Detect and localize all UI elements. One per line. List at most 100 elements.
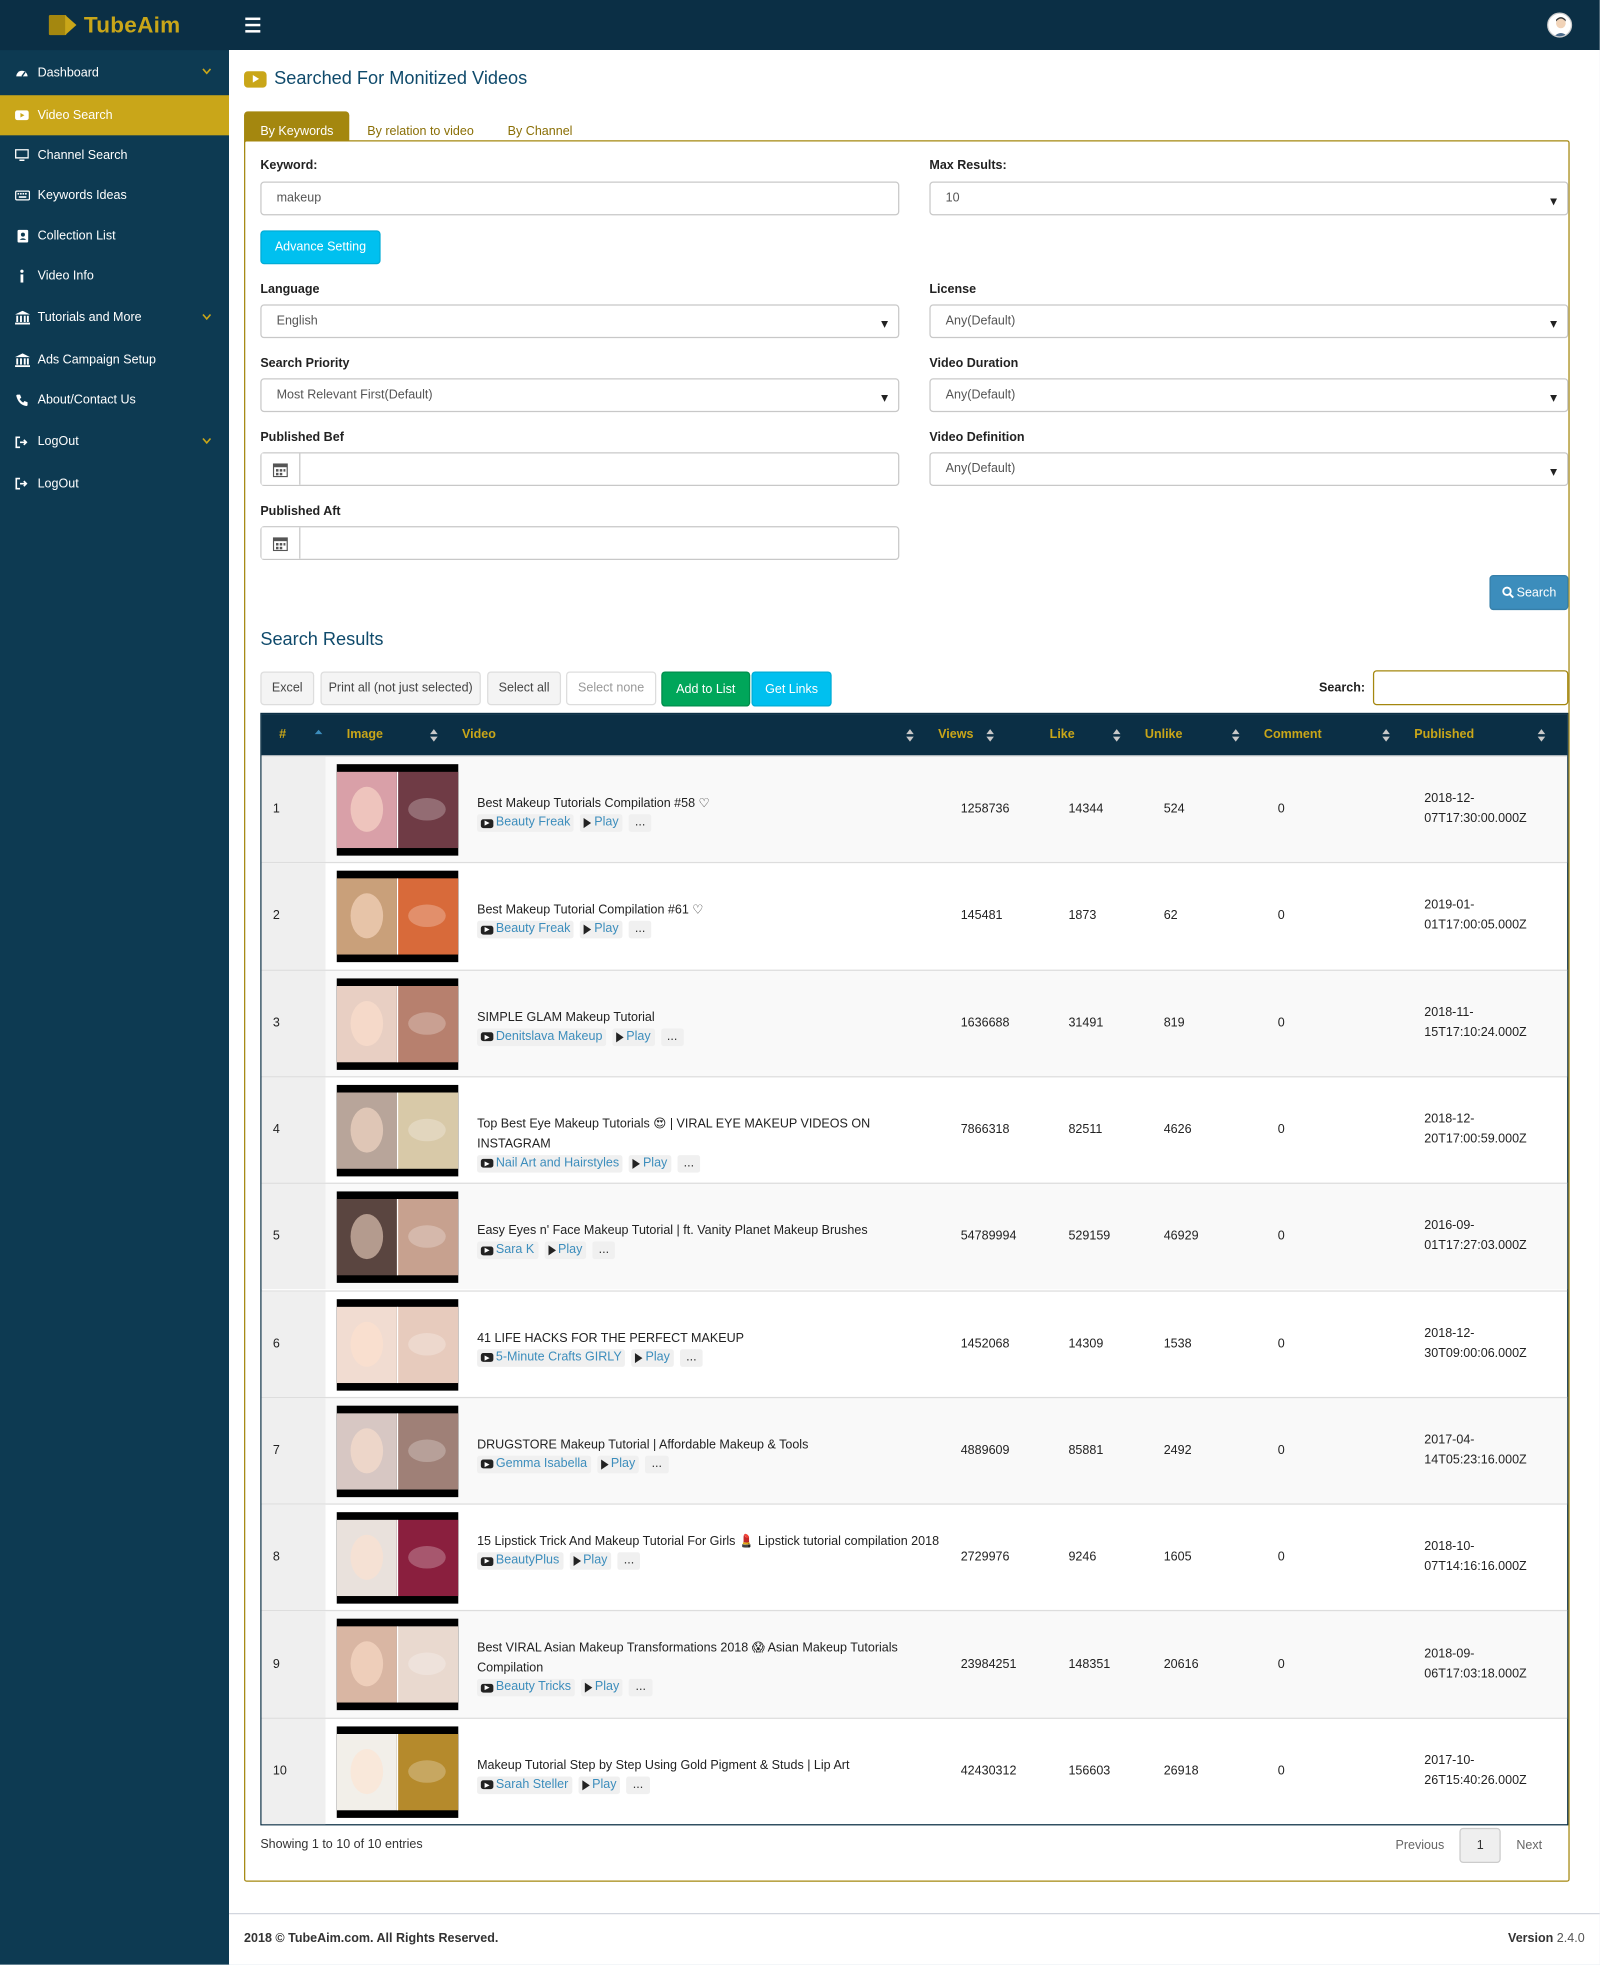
keyword-input[interactable]: makeup (260, 181, 900, 216)
more-button[interactable]: ... (626, 1776, 650, 1794)
channel-link[interactable]: Nail Art and Hairstyles (477, 1155, 624, 1173)
table-row[interactable]: 9 Best VIRAL Asian Makeup Transformations… (261, 1610, 1568, 1718)
menu-toggle-icon[interactable] (245, 17, 261, 33)
video-thumbnail[interactable] (337, 1298, 459, 1391)
channel-link[interactable]: BeautyPlus (477, 1552, 564, 1571)
pagination-next[interactable]: Next (1502, 1828, 1558, 1863)
channel-link[interactable]: Beauty Tricks (477, 1679, 576, 1697)
video-title[interactable]: Best VIRAL Asian Makeup Transformations … (477, 1639, 947, 1679)
more-button[interactable]: ... (628, 814, 652, 832)
table-search-input[interactable] (1373, 670, 1569, 706)
video-title[interactable]: SIMPLE GLAM Makeup Tutorial (477, 1008, 947, 1028)
video-thumbnail[interactable] (337, 1191, 459, 1284)
video-thumbnail[interactable] (337, 978, 459, 1070)
video-title[interactable]: 15 Lipstick Trick And Makeup Tutorial Fo… (477, 1532, 947, 1552)
add-to-list-button[interactable]: Add to List (661, 671, 751, 707)
column-header-like[interactable]: Like (1050, 714, 1075, 755)
channel-link[interactable]: Beauty Freak (477, 921, 575, 939)
published-after-input[interactable] (260, 526, 900, 561)
table-row[interactable]: 10 Makeup Tutorial Step by Step Using Gol… (261, 1717, 1568, 1825)
column-header-views[interactable]: Views (938, 714, 973, 755)
column-header-image[interactable]: Image (347, 714, 383, 755)
play-link[interactable]: Play (581, 1679, 624, 1697)
sidebar-item-collection-list[interactable]: Collection List (0, 216, 229, 256)
sidebar-item-video-search[interactable]: Video Search (0, 95, 230, 136)
video-thumbnail[interactable] (337, 871, 459, 963)
play-link[interactable]: Play (629, 1155, 672, 1173)
play-link[interactable]: Play (544, 1241, 587, 1260)
sidebar-item-dashboard[interactable]: Dashboard (0, 50, 229, 95)
sidebar-item-about-contact-us[interactable]: About/Contact Us (0, 380, 229, 420)
table-row[interactable]: 7 DRUGSTORE Makeup Tutorial | Affordable … (261, 1396, 1568, 1504)
sort-icon[interactable] (906, 728, 916, 742)
video-definition-select[interactable]: Any(Default) (929, 452, 1569, 487)
more-button[interactable]: ... (680, 1348, 704, 1367)
play-link[interactable]: Play (580, 921, 623, 939)
column-header-unlike[interactable]: Unlike (1145, 714, 1183, 755)
get-links-button[interactable]: Get Links (751, 671, 832, 707)
advance-setting-button[interactable]: Advance Setting (260, 230, 381, 265)
sidebar-item-logout[interactable]: LogOut (0, 420, 229, 464)
sidebar-item-channel-search[interactable]: Channel Search (0, 135, 229, 175)
sidebar-item-ads-campaign-setup[interactable]: Ads Campaign Setup (0, 340, 229, 380)
channel-link[interactable]: Sara K (477, 1241, 539, 1260)
column-header-video[interactable]: Video (462, 714, 496, 755)
published-before-input[interactable] (260, 452, 900, 487)
table-row[interactable]: 3 SIMPLE GLAM Makeup Tutorial Denitslava M… (261, 969, 1568, 1077)
channel-link[interactable]: 5-Minute Crafts GIRLY (477, 1348, 626, 1367)
more-button[interactable]: ... (645, 1455, 669, 1474)
sidebar-item-logout-2[interactable]: LogOut (0, 464, 229, 504)
play-link[interactable]: Play (569, 1552, 612, 1571)
search-priority-select[interactable]: Most Relevant First(Default) (260, 378, 900, 413)
video-thumbnail[interactable] (337, 1619, 459, 1711)
more-button[interactable]: ... (592, 1241, 616, 1260)
logo[interactable]: TubeAim (0, 0, 230, 51)
sort-icon[interactable] (430, 728, 440, 742)
video-title[interactable]: Top Best Eye Makeup Tutorials 😍 | VIRAL … (477, 1115, 947, 1155)
user-avatar[interactable] (1547, 12, 1573, 38)
video-title[interactable]: Best Makeup Tutorial Compilation #61 ♡ (477, 901, 947, 921)
more-button[interactable]: ... (629, 1679, 653, 1697)
video-thumbnail[interactable] (337, 1512, 459, 1604)
more-button[interactable]: ... (617, 1552, 641, 1571)
language-select[interactable]: English (260, 304, 900, 339)
pagination-previous[interactable]: Previous (1381, 1828, 1460, 1863)
sort-ascending-icon[interactable] (314, 729, 324, 742)
sidebar-item-video-info[interactable]: Video Info (0, 256, 229, 296)
sort-icon[interactable] (986, 728, 996, 742)
license-select[interactable]: Any(Default) (929, 304, 1569, 339)
play-link[interactable]: Play (612, 1028, 655, 1046)
channel-link[interactable]: Gemma Isabella (477, 1455, 592, 1474)
excel-button[interactable]: Excel (260, 671, 315, 706)
column-header-comment[interactable]: Comment (1264, 714, 1322, 755)
table-row[interactable]: 5 Easy Eyes n' Face Makeup Tutorial | ft.… (261, 1182, 1568, 1290)
sort-icon[interactable] (1113, 728, 1123, 742)
sort-icon[interactable] (1382, 728, 1392, 742)
channel-link[interactable]: Sarah Steller (477, 1776, 573, 1794)
table-row[interactable]: 8 15 Lipstick Trick And Makeup Tutorial F… (261, 1503, 1568, 1611)
play-link[interactable]: Play (580, 814, 623, 832)
pagination-page-1[interactable]: 1 (1459, 1828, 1502, 1864)
play-link[interactable]: Play (631, 1348, 674, 1367)
table-row[interactable]: 6 41 LIFE HACKS FOR THE PERFECT MAKEUP 5-M… (261, 1289, 1568, 1397)
select-none-button[interactable]: Select none (566, 671, 657, 706)
more-button[interactable]: ... (677, 1155, 701, 1173)
video-thumbnail[interactable] (337, 764, 459, 856)
select-all-button[interactable]: Select all (487, 671, 562, 706)
channel-link[interactable]: Beauty Freak (477, 814, 575, 832)
sidebar-item-keywords-ideas[interactable]: Keywords Ideas (0, 175, 229, 215)
sort-icon[interactable] (1537, 728, 1547, 742)
video-thumbnail[interactable] (337, 1084, 459, 1177)
search-button[interactable]: Search (1489, 575, 1569, 611)
print-all-button[interactable]: Print all (not just selected) (320, 671, 482, 706)
more-button[interactable]: ... (660, 1028, 684, 1046)
video-title[interactable]: Easy Eyes n' Face Makeup Tutorial | ft. … (477, 1222, 947, 1242)
column-header-number[interactable]: # (279, 714, 286, 755)
play-link[interactable]: Play (578, 1776, 621, 1794)
video-thumbnail[interactable] (337, 1726, 459, 1818)
sidebar-item-tutorials-and-more[interactable]: Tutorials and More (0, 296, 229, 340)
video-thumbnail[interactable] (337, 1405, 459, 1497)
table-row[interactable]: 1 Best Makeup Tutorials Compilation #58 ♡… (261, 755, 1568, 863)
play-link[interactable]: Play (597, 1455, 640, 1474)
video-duration-select[interactable]: Any(Default) (929, 378, 1569, 413)
